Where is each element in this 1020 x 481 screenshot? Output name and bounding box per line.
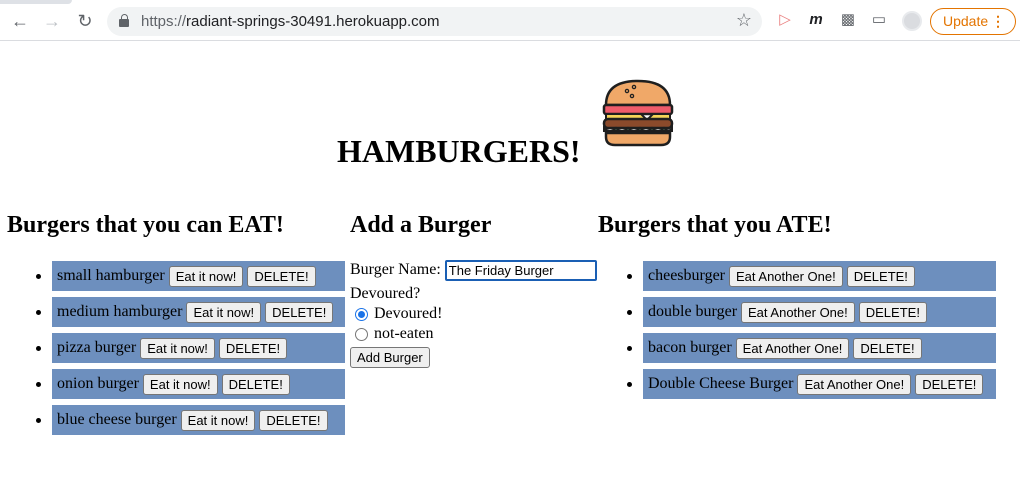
not-eaten-radio[interactable]	[355, 327, 368, 341]
list-item: Double Cheese Burger Eat Another One! DE…	[627, 369, 996, 399]
burger-name: onion burger	[57, 375, 139, 392]
not-eaten-option-label: not-eaten	[374, 325, 434, 342]
page-content: HAMBURGERS! Burgers that you can EAT! Ad…	[0, 42, 1020, 481]
forward-icon[interactable]: →	[42, 11, 62, 31]
cast-icon[interactable]: ▭	[869, 10, 889, 30]
uneaten-burger-list: small hamburger Eat it now! DELETE! medi…	[36, 261, 345, 441]
url-text: https://radiant-springs-30491.herokuapp.…	[141, 13, 440, 30]
profile-avatar[interactable]	[902, 11, 922, 31]
list-item: blue cheese burger Eat it now! DELETE!	[36, 405, 345, 435]
tab-strip	[0, 0, 72, 4]
lock-icon[interactable]	[119, 14, 129, 28]
eat-button[interactable]: Eat it now!	[180, 409, 256, 431]
burger-name: blue cheese burger	[57, 411, 177, 428]
delete-button[interactable]: DELETE!	[846, 265, 915, 287]
browser-toolbar: ← → ↻ https://radiant-springs-30491.hero…	[0, 0, 1020, 41]
delete-button[interactable]: DELETE!	[265, 301, 334, 323]
delete-button[interactable]: DELETE!	[247, 265, 316, 287]
delete-button[interactable]: DELETE!	[858, 301, 927, 323]
delete-button[interactable]: DELETE!	[259, 409, 328, 431]
list-item: small hamburger Eat it now! DELETE!	[36, 261, 345, 291]
delete-button[interactable]: DELETE!	[915, 373, 984, 395]
menu-dots-icon[interactable]: ⋮	[991, 9, 1005, 34]
burger-name: small hamburger	[57, 267, 165, 284]
add-burger-form: Burger Name: Devoured? Devoured! not-eat…	[350, 259, 600, 368]
add-burger-button[interactable]: Add Burger	[350, 347, 430, 368]
burger-name-input[interactable]	[444, 259, 597, 281]
eat-another-button[interactable]: Eat Another One!	[735, 337, 850, 359]
eat-button[interactable]: Eat it now!	[140, 337, 215, 359]
delete-button[interactable]: DELETE!	[853, 337, 922, 359]
bookmark-star-icon[interactable]: ☆	[736, 10, 752, 31]
devoured-label: Devoured?	[350, 285, 421, 302]
hamburger-logo-icon	[602, 79, 674, 147]
back-icon[interactable]: ←	[10, 11, 30, 31]
delete-button[interactable]: DELETE!	[221, 373, 290, 395]
devoured-option-label: Devoured!	[374, 305, 443, 322]
list-item: pizza burger Eat it now! DELETE!	[36, 333, 345, 363]
uneaten-heading: Burgers that you can EAT!	[7, 212, 284, 238]
page-title: HAMBURGERS!	[337, 133, 581, 169]
eat-another-button[interactable]: Eat Another One!	[797, 373, 912, 395]
burger-name: Double Cheese Burger	[648, 375, 794, 392]
delete-button[interactable]: DELETE!	[218, 337, 288, 359]
add-burger-heading: Add a Burger	[350, 212, 492, 238]
burger-name: bacon burger	[648, 339, 732, 356]
list-item: onion burger Eat it now! DELETE!	[36, 369, 345, 399]
burger-name: double burger	[648, 303, 738, 320]
burger-name: cheesburger	[648, 267, 725, 284]
puzzle-extensions-icon[interactable]: ▩	[838, 10, 858, 30]
burger-name: pizza burger	[57, 339, 137, 356]
devoured-radio[interactable]	[355, 307, 368, 321]
address-bar[interactable]: https://radiant-springs-30491.herokuapp.…	[107, 7, 762, 36]
cast-extension-icon[interactable]: ▷	[775, 10, 795, 30]
list-item: cheesburger Eat Another One! DELETE!	[627, 261, 996, 291]
reload-icon[interactable]: ↻	[75, 11, 95, 31]
burger-name-label: Burger Name:	[350, 261, 441, 278]
list-item: bacon burger Eat Another One! DELETE!	[627, 333, 996, 363]
eat-another-button[interactable]: Eat Another One!	[729, 265, 843, 287]
m-extension-icon[interactable]: m	[806, 10, 826, 30]
eat-button[interactable]: Eat it now!	[186, 301, 262, 323]
eaten-burger-list: cheesburger Eat Another One! DELETE! dou…	[627, 261, 996, 405]
eaten-heading: Burgers that you ATE!	[598, 212, 832, 238]
burger-name: medium hamburger	[57, 303, 183, 320]
list-item: medium hamburger Eat it now! DELETE!	[36, 297, 345, 327]
eat-button[interactable]: Eat it now!	[142, 373, 218, 395]
update-button[interactable]: Update ⋮	[930, 8, 1016, 35]
eat-another-button[interactable]: Eat Another One!	[741, 301, 855, 323]
eat-button[interactable]: Eat it now!	[168, 265, 244, 287]
list-item: double burger Eat Another One! DELETE!	[627, 297, 996, 327]
